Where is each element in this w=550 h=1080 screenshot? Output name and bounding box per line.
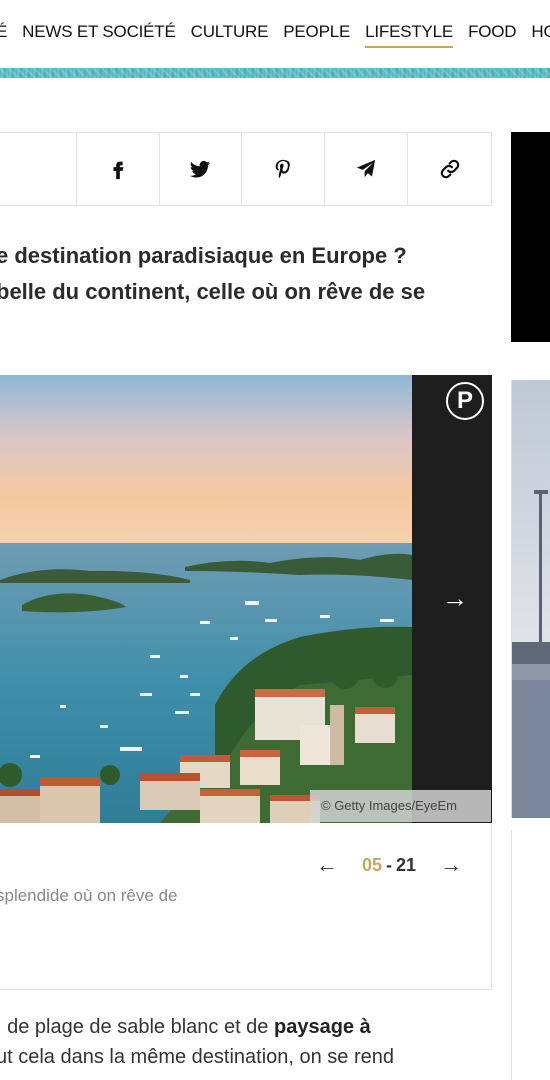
slide-total-number: 21 bbox=[396, 854, 417, 875]
share-bar-spacer bbox=[0, 133, 77, 205]
nav-item-lifestyle[interactable]: LIFESTYLE bbox=[365, 22, 453, 48]
pinterest-icon bbox=[275, 159, 291, 179]
facebook-icon bbox=[113, 161, 124, 180]
slideshow-image[interactable] bbox=[0, 375, 412, 823]
nav-item-news[interactable]: NEWS ET SOCIÉTÉ bbox=[22, 22, 176, 48]
share-telegram-button[interactable] bbox=[325, 133, 409, 205]
slide-counter-separator: - bbox=[386, 854, 393, 875]
prev-slide-arrow-icon[interactable]: ← bbox=[314, 852, 340, 878]
telegram-icon bbox=[357, 159, 376, 178]
slideshow-rail: P → bbox=[412, 375, 492, 823]
slide-caption: splendide où on rêve de bbox=[0, 886, 178, 905]
top-navigation: É NEWS ET SOCIÉTÉ CULTURE PEOPLE LIFESTY… bbox=[0, 0, 550, 70]
nav-item-food[interactable]: FOOD bbox=[468, 22, 517, 48]
share-facebook-button[interactable] bbox=[77, 133, 160, 205]
nav-items: É NEWS ET SOCIÉTÉ CULTURE PEOPLE LIFESTY… bbox=[0, 22, 550, 48]
link-icon bbox=[440, 159, 459, 179]
share-twitter-button[interactable] bbox=[160, 133, 243, 205]
nav-item-homme[interactable]: HOMM bbox=[531, 22, 550, 48]
intro-line-1: e destination paradisiaque en Europe ? bbox=[0, 243, 407, 268]
share-bar bbox=[0, 132, 492, 206]
arrow-right-icon: → bbox=[442, 583, 468, 613]
intro-line-2: belle du continent, celle où on rêve de … bbox=[0, 279, 426, 304]
slide-current-number: 05 bbox=[362, 854, 383, 875]
nav-item-people[interactable]: PEOPLE bbox=[283, 22, 350, 48]
next-slide-arrow-icon[interactable]: → bbox=[438, 852, 464, 878]
photo-credit: © Getty Images/EyeEm bbox=[310, 790, 491, 822]
share-copy-link-button[interactable] bbox=[408, 133, 491, 205]
article-body: , de plage de sable blanc et de paysage … bbox=[0, 1012, 496, 1072]
next-slide-button[interactable]: → bbox=[438, 581, 472, 615]
body-line-1-text: , de plage de sable blanc et de bbox=[0, 1016, 274, 1038]
sidebar-divider bbox=[511, 830, 512, 1080]
pinterest-pin-button[interactable]: P bbox=[446, 382, 484, 420]
slide-counter: ← 05 - 21 → bbox=[314, 852, 464, 878]
sidebar-image[interactable] bbox=[511, 380, 550, 818]
nav-item-partial[interactable]: É bbox=[0, 22, 7, 48]
twitter-icon bbox=[190, 161, 211, 178]
share-pinterest-button[interactable] bbox=[242, 133, 326, 205]
body-line-2: ut cela dans la même destination, on se … bbox=[0, 1046, 395, 1068]
body-line-1-bold: paysage à bbox=[274, 1016, 371, 1038]
sidebar-photo bbox=[512, 380, 550, 818]
pinterest-icon: P bbox=[456, 387, 473, 414]
sidebar-ad-block[interactable] bbox=[511, 132, 550, 342]
article-intro: e destination paradisiaque en Europe ? b… bbox=[0, 238, 496, 310]
nav-stripe-texture bbox=[0, 68, 550, 78]
caption-box bbox=[0, 824, 492, 990]
body-line-1: , de plage de sable blanc et de paysage … bbox=[0, 1012, 496, 1042]
nav-item-culture[interactable]: CULTURE bbox=[191, 22, 269, 48]
hvar-harbour-photo bbox=[0, 375, 412, 823]
